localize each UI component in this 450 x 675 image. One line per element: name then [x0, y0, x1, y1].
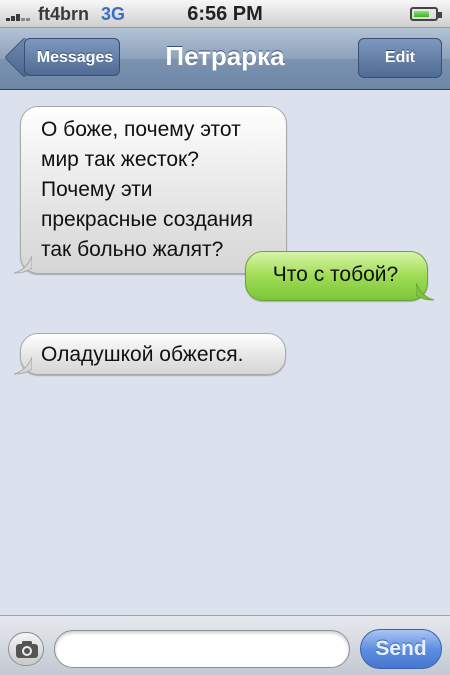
navigation-bar: Messages Петрарка Edit — [0, 28, 450, 90]
bubble-tail-icon — [416, 283, 434, 301]
send-button[interactable]: Send — [360, 629, 442, 669]
message-text: Оладушкой обжегся. — [41, 343, 244, 366]
message-thread[interactable]: О боже, почему этот мир так жесток? Поче… — [0, 90, 450, 615]
received-message-bubble[interactable]: О боже, почему этот мир так жесток? Поче… — [14, 106, 287, 274]
received-message-bubble[interactable]: Оладушкой обжегся. — [14, 333, 286, 375]
edit-button[interactable]: Edit — [358, 38, 442, 78]
camera-button[interactable] — [8, 632, 44, 666]
message-input[interactable] — [54, 630, 350, 668]
sent-message-bubble[interactable]: Что с тобой? — [245, 251, 434, 301]
message-text: Что с тобой? — [272, 263, 399, 286]
message-text: О боже, почему этот мир так жесток? Поче… — [41, 118, 253, 261]
message-input-bar: Send — [0, 615, 450, 675]
camera-icon — [16, 641, 38, 658]
bubble-tail-icon — [14, 357, 32, 375]
clock: 6:56 PM — [187, 3, 263, 25]
bubble-tail-icon — [14, 256, 32, 274]
battery-icon — [410, 7, 442, 21]
status-bar: ft4brn 3G 6:56 PM — [0, 0, 450, 28]
